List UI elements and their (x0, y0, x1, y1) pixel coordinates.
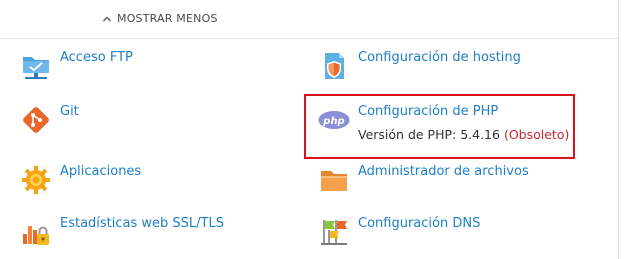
dns-settings-link[interactable]: Configuración DNS (358, 216, 480, 231)
item-file-manager[interactable]: Administrador de archivos (318, 164, 529, 196)
item-ssl-stats[interactable]: Estadísticas web SSL/TLS (20, 216, 224, 248)
item-hosting-settings[interactable]: Configuración de hosting (318, 50, 521, 82)
ssl-stats-link[interactable]: Estadísticas web SSL/TLS (60, 216, 224, 231)
applications-link[interactable]: Aplicaciones (60, 164, 141, 179)
item-dns-settings[interactable]: Configuración DNS (318, 216, 480, 248)
hosting-settings-icon (325, 53, 344, 79)
item-ftp-access[interactable]: Acceso FTP (20, 50, 133, 82)
file-manager-link[interactable]: Administrador de archivos (358, 164, 529, 179)
show-less-toggle[interactable]: MOSTRAR MENOS (102, 12, 218, 25)
ftp-folder-icon (23, 57, 49, 79)
item-applications[interactable]: Aplicaciones (20, 164, 141, 196)
ftp-access-link[interactable]: Acceso FTP (60, 50, 133, 65)
panel-header: MOSTRAR MENOS (0, 0, 618, 39)
panel-right-border (618, 0, 619, 259)
hosting-settings-link[interactable]: Configuración de hosting (358, 50, 521, 65)
tools-panel: MOSTRAR MENOS Acceso FTP Git Aplicacione… (0, 0, 628, 259)
dns-flags-icon (321, 220, 347, 245)
item-git[interactable]: Git (20, 104, 79, 136)
git-link[interactable]: Git (60, 104, 79, 119)
git-icon (23, 107, 49, 133)
folder-icon (321, 171, 347, 191)
show-less-label: MOSTRAR MENOS (117, 12, 218, 25)
php-highlight-box (304, 94, 575, 159)
stats-lock-icon (23, 226, 49, 245)
chevron-up-icon (103, 16, 111, 21)
gear-icon (22, 166, 50, 194)
